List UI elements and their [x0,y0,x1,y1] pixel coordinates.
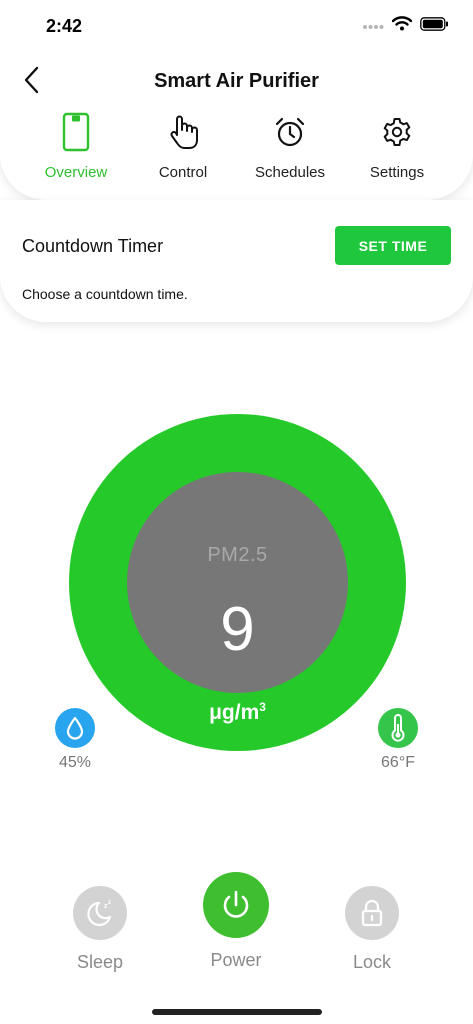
status-icons [362,16,449,36]
status-bar: 2:42 [0,0,473,50]
sleep-button[interactable]: z z Sleep [55,886,145,973]
tab-overview[interactable]: Overview [26,112,126,188]
moon-sleep-icon: z z [73,886,127,940]
battery-icon [420,16,449,36]
tab-schedules[interactable]: Schedules [240,112,340,188]
timer-title: Countdown Timer [22,236,164,256]
gear-icon [380,112,414,152]
hand-pointer-icon [166,112,200,152]
gauge-value: 9 [220,595,255,664]
set-time-button[interactable]: SET TIME [335,226,451,265]
thermometer-icon [378,708,418,748]
gauge-label: PM2.5 [207,544,268,566]
svg-text:z: z [108,900,111,906]
temperature-sensor: 66°F [368,708,428,772]
tab-label: Settings [369,164,425,181]
timer-description: Choose a countdown time. [22,286,188,302]
power-label: Power [210,950,262,970]
power-button[interactable]: Power [191,872,281,971]
humidity-sensor: 45% [45,708,105,772]
wifi-icon [391,16,413,36]
tab-label: Overview [44,164,108,181]
tab-bar: Overview Control Schedules Settings [0,112,473,188]
power-icon [203,872,269,938]
tab-control[interactable]: Control [133,112,233,188]
humidity-value: 45% [58,754,92,771]
signal-dots-icon [362,17,384,35]
page-title: Smart Air Purifier [154,70,319,92]
gauge-unit-text: μg/m [209,701,260,724]
home-indicator [152,1009,322,1015]
countdown-timer-card: Countdown Timer SET TIME Choose a countd… [0,200,473,322]
pm25-gauge: PM2.5 9 μg/m3 [69,414,406,751]
gauge-unit-superscript: 3 [259,700,266,714]
lock-icon [345,886,399,940]
status-time: 2:42 [46,16,83,36]
sleep-label: Sleep [76,952,124,972]
gauge-center: PM2.5 9 μg/m3 [127,472,348,724]
alarm-clock-icon [273,112,307,152]
gauge-unit: μg/m3 [127,700,348,725]
lock-button[interactable]: Lock [327,886,417,973]
tab-label: Schedules [254,164,326,181]
tab-settings[interactable]: Settings [347,112,447,188]
phone-device-icon [59,112,93,152]
water-drop-icon [55,708,95,748]
temperature-value: 66°F [381,754,415,771]
tab-label: Control [158,164,208,181]
lock-label: Lock [352,952,392,972]
